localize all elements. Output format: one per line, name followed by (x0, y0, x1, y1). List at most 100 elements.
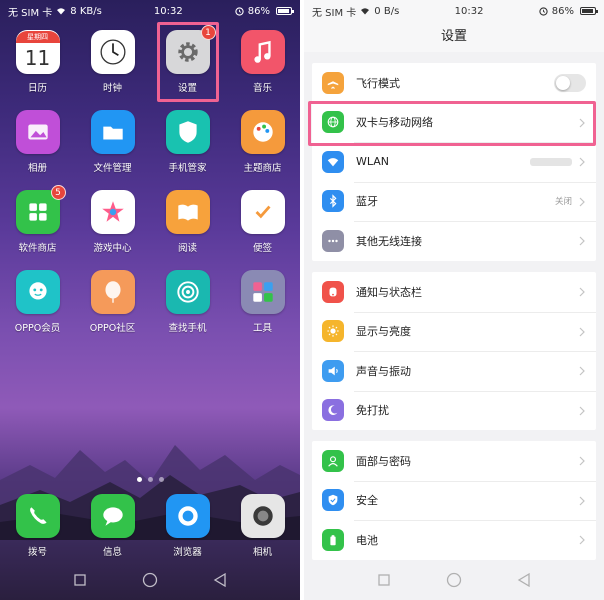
settings-highlight-box (157, 22, 219, 102)
app-music-note[interactable]: 音乐 (225, 30, 300, 94)
back-button[interactable] (211, 571, 229, 589)
app-radar[interactable]: 查找手机 (150, 270, 225, 334)
settings-row-wifi[interactable]: WLAN (312, 142, 596, 182)
calendar-day: 11 (24, 46, 51, 70)
home-screen: 无 SIM 卡 8 KB/s 10:32 86% 星期四 11 日历 时钟 1 设置 音乐相… (0, 0, 300, 600)
page-title: 设置 (304, 22, 604, 52)
app-photo[interactable]: 相册 (0, 110, 75, 174)
note-check-icon (240, 190, 285, 234)
clock-icon (90, 30, 135, 74)
app-mascot[interactable]: OPPO会员 (0, 270, 75, 334)
chevron-right-icon (578, 491, 586, 510)
app-tools-folder[interactable]: 工具 (225, 270, 300, 334)
settings-row-label: 免打扰 (356, 404, 389, 418)
balloon-icon (90, 270, 135, 314)
settings-screen: 无 SIM 卡 0 B/s 10:32 86% 设置 飞行模式 双卡与移动网络 WL… (304, 0, 604, 600)
sun-icon (322, 320, 344, 343)
settings-row-face[interactable]: 面部与密码 (312, 441, 596, 481)
network-highlight-box (308, 101, 596, 146)
settings-row-label: 声音与振动 (356, 364, 411, 378)
app-calendar[interactable]: 星期四 11 日历 (0, 30, 75, 94)
carrier-text: 无 SIM 卡 (8, 7, 53, 19)
settings-row-more-dots[interactable]: 其他无线连接 (312, 221, 596, 261)
battery-icon (322, 528, 344, 551)
star-icon (90, 190, 135, 234)
page-dot[interactable] (147, 477, 153, 482)
app-label: 文件管理 (93, 163, 132, 174)
settings-row-bluetooth[interactable]: 蓝牙 关闭 (312, 181, 596, 222)
calendar-weekday: 星期四 (15, 31, 60, 43)
chevron-right-icon (578, 451, 586, 470)
palette-icon (240, 110, 285, 154)
bluetooth-icon (322, 190, 344, 213)
square-icon (74, 574, 86, 586)
app-label: 浏览器 (173, 547, 202, 558)
app-label: 阅读 (177, 243, 197, 254)
chevron-right-icon (578, 401, 586, 420)
chevron-right-icon (578, 322, 586, 341)
chevron-right-icon (578, 231, 586, 250)
settings-row-battery[interactable]: 电池 (312, 520, 596, 560)
airplane-mode-toggle[interactable] (554, 73, 586, 92)
settings-row-speaker[interactable]: 声音与振动 (312, 351, 596, 391)
app-label: 手机管家 (168, 163, 207, 174)
app-message[interactable]: 信息 (75, 494, 150, 558)
home-button[interactable] (141, 571, 159, 589)
back-button[interactable] (515, 571, 533, 589)
app-label: 软件商店 (18, 243, 57, 254)
notification-badge: 5 (50, 185, 66, 200)
battery-percent: 86% (551, 5, 574, 17)
app-folder[interactable]: 文件管理 (75, 110, 150, 174)
app-camera[interactable]: 相机 (225, 494, 300, 558)
app-clock[interactable]: 时钟 (75, 30, 150, 94)
app-label: 相机 (252, 547, 272, 558)
settings-group-display: 通知与状态栏 显示与亮度声音与振动免打扰 (312, 272, 596, 430)
settings-row-label: 安全 (356, 494, 378, 508)
app-label: 音乐 (252, 83, 272, 94)
chevron-right-icon (578, 152, 586, 171)
notification-icon (322, 280, 344, 303)
recents-button[interactable] (71, 571, 89, 589)
page-indicator (0, 477, 300, 482)
alarm-icon (539, 6, 548, 16)
app-app-grid[interactable]: 5 软件商店 (0, 185, 75, 254)
app-label: 游戏中心 (93, 243, 132, 254)
settings-row-notification[interactable]: 通知与状态栏 (312, 272, 596, 312)
wifi-icon (57, 8, 66, 15)
settings-row-airplane[interactable]: 飞行模式 (312, 63, 596, 103)
chevron-right-icon (578, 530, 586, 549)
app-palette[interactable]: 主题商店 (225, 110, 300, 174)
app-star[interactable]: 游戏中心 (75, 190, 150, 254)
book-icon (165, 190, 210, 234)
settings-group-connectivity: 飞行模式 双卡与移动网络 WLAN 蓝牙 关闭 其他无线连接 (312, 63, 596, 261)
app-grid: 星期四 11 日历 时钟 1 设置 音乐 相册 文件管理 手机管家 主题商店 5 软件商店 游戏中心 阅读便… (0, 25, 300, 334)
page-dot[interactable] (158, 477, 164, 482)
app-label: 工具 (252, 323, 272, 334)
chevron-right-icon (578, 192, 586, 211)
moon-icon (322, 399, 344, 422)
app-book[interactable]: 阅读 (150, 190, 225, 254)
chevron-right-icon (578, 282, 586, 301)
page-dot[interactable] (136, 477, 142, 482)
settings-nav-bar (304, 560, 604, 600)
app-browser[interactable]: 浏览器 (150, 494, 225, 558)
net-speed: 8 KB/s (70, 5, 102, 17)
recents-button[interactable] (375, 571, 393, 589)
app-shield[interactable]: 手机管家 (150, 110, 225, 174)
home-button[interactable] (445, 571, 463, 589)
settings-row-moon[interactable]: 免打扰 (312, 390, 596, 431)
settings-status-bar: 无 SIM 卡 0 B/s 10:32 86% (304, 0, 604, 22)
app-label: 便签 (252, 243, 272, 254)
app-label: 拨号 (27, 547, 47, 558)
folder-icon (90, 110, 135, 154)
app-phone[interactable]: 拨号 (0, 494, 75, 558)
alarm-icon (235, 6, 244, 16)
settings-row-security-shield[interactable]: 安全 (312, 480, 596, 521)
settings-row-sun[interactable]: 显示与亮度 (312, 311, 596, 352)
airplane-icon (322, 71, 344, 94)
app-balloon[interactable]: OPPO社区 (75, 270, 150, 334)
settings-row-label: 其他无线连接 (356, 234, 422, 248)
home-status-bar: 无 SIM 卡 8 KB/s 10:32 86% (0, 0, 300, 22)
app-label: 时钟 (102, 83, 122, 94)
app-note-check[interactable]: 便签 (225, 190, 300, 254)
